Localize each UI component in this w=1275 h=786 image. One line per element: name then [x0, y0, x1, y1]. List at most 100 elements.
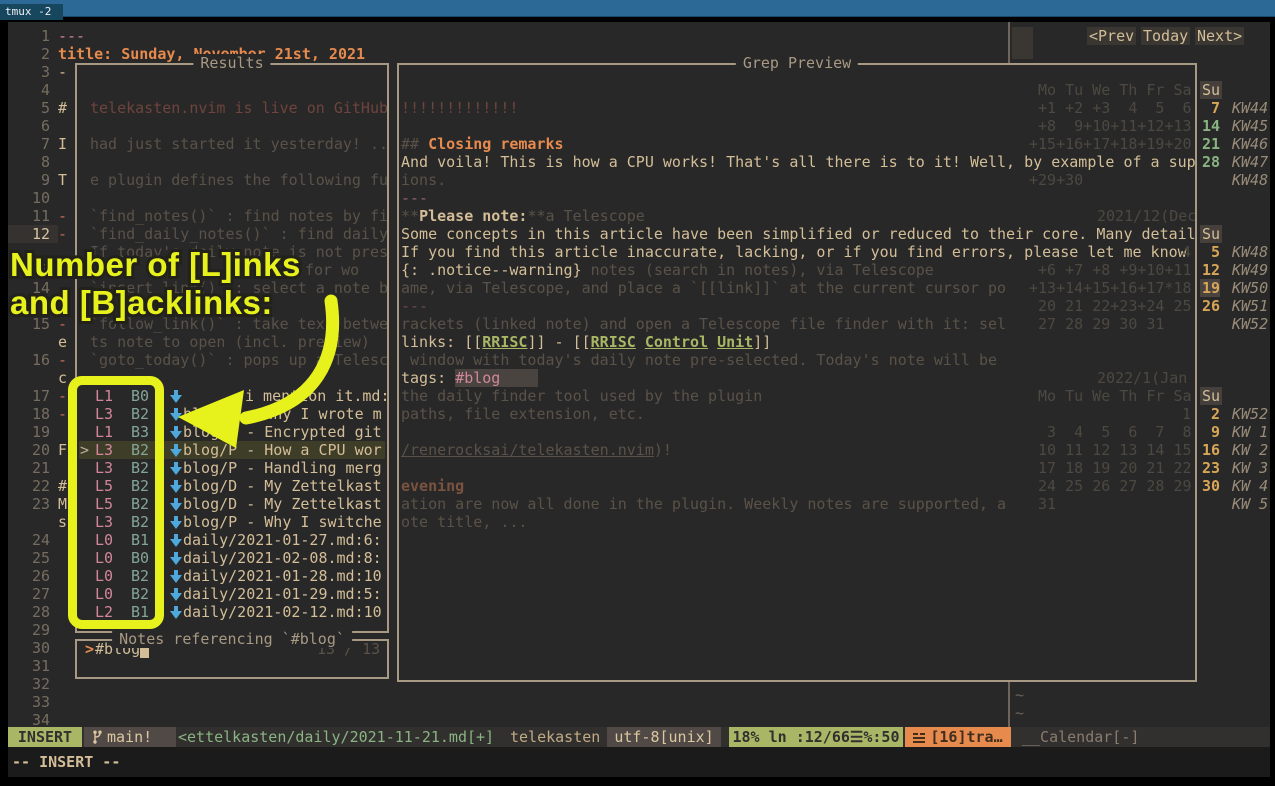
buffer-list-icon [913, 733, 925, 743]
calendar-sunday-date[interactable]: 2 [1200, 405, 1220, 423]
preview-text-segment: Closing remarks [428, 135, 563, 153]
calendar-sunday-date[interactable]: 5 [1200, 243, 1220, 261]
calendar-dim-row: +15+16+17+18+19+20 [1029, 135, 1192, 153]
command-line: -- INSERT -- [8, 747, 1270, 777]
buffer-text: # [58, 99, 67, 117]
result-entry[interactable]: blog/D - My Zettelkast [183, 495, 382, 513]
line-number: 3 [26, 63, 50, 81]
calendar-today-button[interactable]: Today [1141, 27, 1190, 45]
note-download-icon [169, 495, 183, 513]
calendar-sunday-date[interactable]: 26 [1200, 297, 1220, 315]
empty-line-tilde: ~ [1015, 686, 1024, 704]
note-download-icon [169, 567, 183, 585]
result-entry[interactable]: blog/P - Why I wrote m [183, 405, 382, 423]
note-download-icon [169, 459, 183, 477]
line-number: 10 [26, 189, 50, 207]
calendar-dim-row: 2022/1(Jan [1097, 369, 1187, 387]
calendar-sunday-date[interactable]: 9 [1200, 423, 1220, 441]
result-entry[interactable]: daily/2021-02-08.md:8: [183, 549, 382, 567]
note-download-icon [169, 477, 183, 495]
result-entry[interactable]: blog/P - How a CPU wor [183, 441, 382, 459]
line-number: 19 [26, 423, 50, 441]
calendar-week-number: KW49 [1232, 261, 1268, 279]
preview-text-segment: /renerocksai/telekasten.nvim [401, 441, 654, 459]
preview-text-segment: ions. [401, 171, 446, 189]
preview-line: links: [[RRISC]] - [[RRISC Control Unit]… [401, 333, 771, 351]
buffer-text: - [58, 387, 67, 405]
buffer-text: - [58, 207, 67, 225]
calendar-sunday-date[interactable]: 28 [1200, 153, 1220, 171]
calendar-sunday-date[interactable]: 7 [1200, 99, 1220, 117]
line-number: 20 [26, 441, 50, 459]
calendar-sunday-date[interactable]: 16 [1200, 441, 1220, 459]
search-prompt-window[interactable]: Notes referencing `#blog` > #blog 13 / 1… [75, 639, 389, 679]
preview-text-segment: Some concepts in this article have been … [401, 225, 1195, 243]
line-number: 18 [26, 405, 50, 423]
line-number: 33 [26, 693, 50, 711]
calendar-sunday-date[interactable]: 21 [1200, 135, 1220, 153]
preview-text-segment: !!!!!!!!!!!!! [401, 99, 518, 117]
preview-text-segment: evening [401, 477, 464, 495]
calendar-prev-button[interactable]: <Prev [1087, 27, 1136, 45]
titlebar: tmux -2 [0, 0, 1275, 17]
calendar-sunday-date[interactable]: 19 [1200, 279, 1220, 297]
calendar-week-number: KW47 [1232, 153, 1268, 171]
cursor-position-segment: 18% ln :12/66☰%:50 [729, 727, 903, 747]
calendar-next-button[interactable]: Next> [1195, 27, 1244, 45]
git-branch-icon [92, 730, 103, 744]
results-window-title: Results [193, 54, 270, 72]
calendar-week-number: KW48 [1232, 171, 1268, 189]
line-number: 26 [26, 567, 50, 585]
preview-window-title: Grep Preview [736, 54, 858, 72]
preview-line: ote title, ... [401, 513, 527, 531]
calendar-week-number: KW50 [1232, 279, 1268, 297]
result-entry[interactable]: blog/D - My Zettelkast [183, 477, 382, 495]
note-download-icon [169, 423, 183, 441]
titlebar-tab[interactable]: tmux -2 [0, 4, 63, 20]
result-entry[interactable]: blog/P - Why I switche [183, 513, 382, 531]
preview-text-segment: {: .notice--warning} [401, 261, 582, 279]
buffer-text: - [58, 351, 67, 369]
calendar-sunday-date[interactable]: 12 [1200, 261, 1220, 279]
calendar-sunday-date[interactable]: 14 [1200, 117, 1220, 135]
result-entry[interactable]: daily/2021-01-28.md:10 [183, 567, 382, 585]
git-branch-label: main! [107, 728, 152, 746]
calendar-week-number: KW45 [1232, 117, 1268, 135]
line-number: 7 [26, 135, 50, 153]
line-number: 16 [26, 351, 50, 369]
result-entry[interactable]: i mention it.md:8: [245, 387, 387, 405]
calendar-week-number: KW 1 [1232, 423, 1268, 441]
preview-line: --- [401, 297, 428, 315]
calendar-week-number: KW46 [1232, 135, 1268, 153]
calendar-sunday-date[interactable]: 23 [1200, 459, 1220, 477]
result-entry[interactable]: daily/2021-02-12.md:10 [183, 603, 382, 621]
buffer-text: --- [58, 27, 85, 45]
filename-segment[interactable]: <ettelkasten/daily/2021-11-21.md[+] [178, 727, 494, 747]
preview-line: ions. [401, 171, 446, 189]
result-entry[interactable]: daily/2021-01-27.md:6: [183, 531, 382, 549]
calendar-sunday-date[interactable]: 30 [1200, 477, 1220, 495]
bleed-through-text: for wo [305, 261, 359, 279]
calendar-dim-row: 10 11 12 13 14 15 [1029, 441, 1192, 459]
buffer-text: M [58, 495, 67, 513]
result-entry[interactable]: daily/2021-01-29.md:5: [183, 585, 382, 603]
buffer-text: T [58, 171, 67, 189]
preview-text-segment: ote title, ... [401, 513, 527, 531]
calendar-week-number: KW 3 [1232, 459, 1268, 477]
bleed-through-text: e plugin defines the following fun [90, 171, 387, 189]
line-number: 11 [26, 207, 50, 225]
calendar-dim-row: 20 21 22+23+24 25 [1029, 297, 1192, 315]
result-entry[interactable]: blog/P - Handling merg [183, 459, 382, 477]
result-entry[interactable]: blog/P - Encrypted git [183, 423, 382, 441]
preview-text-segment [636, 333, 645, 351]
calendar-cursor-cell [1012, 27, 1033, 59]
preview-line: If you find this article inaccurate, lac… [401, 243, 1187, 261]
buffer-count-segment[interactable]: [16]tra… [905, 727, 1011, 747]
note-download-icon [169, 603, 183, 621]
preview-text-segment: ame, via Telescope, and place a `[[link]… [401, 279, 1006, 297]
calendar-week-number: KW52 [1232, 315, 1268, 333]
git-branch-segment[interactable]: main! [84, 727, 176, 747]
bleed-through-text: `goto_today()` : pops up a Telesco [90, 351, 387, 369]
calendar-dim-row: 17 18 19 20 21 22 [1029, 459, 1192, 477]
line-number: 31 [26, 657, 50, 675]
